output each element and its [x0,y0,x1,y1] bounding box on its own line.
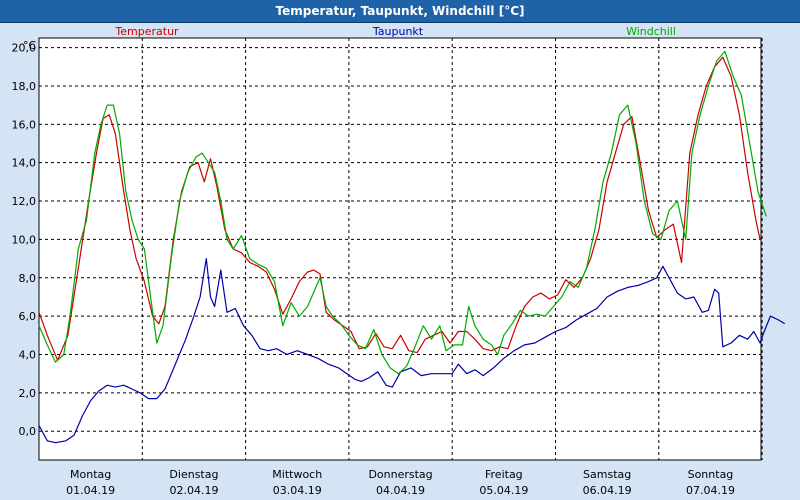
y-tick-label: 14,0 [12,157,37,170]
y-tick-label: 4,0 [19,349,37,362]
y-tick-label: 6,0 [19,310,37,323]
y-axis-ticks: 0,02,04,06,08,010,012,014,016,018,020,0 [12,42,37,439]
x-tick-day: Montag [70,468,111,481]
x-tick-day: Samstag [583,468,631,481]
x-axis-ticks: Montag 01.04.19 Dienstag 02.04.19 Mittwoch 03… [66,468,735,497]
x-tick-date: 02.04.19 [169,484,218,497]
x-tick-day: Dienstag [169,468,218,481]
x-tick-date: 04.04.19 [376,484,425,497]
x-tick-day: Sonntag [688,468,734,481]
y-tick-label: 2,0 [19,387,37,400]
x-tick-day: Freitag [485,468,523,481]
legend-taupunkt: Taupunkt [372,25,424,38]
x-tick-date: 03.04.19 [273,484,322,497]
legend-temperatur: Temperatur [114,25,179,38]
y-tick-label: 10,0 [12,233,37,246]
y-axis-unit: °C [23,39,37,52]
window-title: Temperatur, Taupunkt, Windchill [°C] [0,0,800,23]
temperature-chart: 0,02,04,06,08,010,012,014,016,018,020,0 … [12,25,786,497]
x-tick-date: 05.04.19 [479,484,528,497]
x-tick-date: 01.04.19 [66,484,115,497]
y-tick-label: 0,0 [19,425,37,438]
y-tick-label: 16,0 [12,118,37,131]
legend-windchill: Windchill [626,25,676,38]
legend: Temperatur Taupunkt Windchill [114,25,676,38]
plot-area [38,37,762,461]
y-tick-label: 18,0 [12,80,37,93]
x-tick-day: Donnerstag [368,468,432,481]
x-tick-date: 07.04.19 [686,484,735,497]
y-tick-label: 8,0 [19,272,37,285]
x-tick-date: 06.04.19 [583,484,632,497]
x-tick-day: Mittwoch [272,468,322,481]
y-tick-label: 12,0 [12,195,37,208]
